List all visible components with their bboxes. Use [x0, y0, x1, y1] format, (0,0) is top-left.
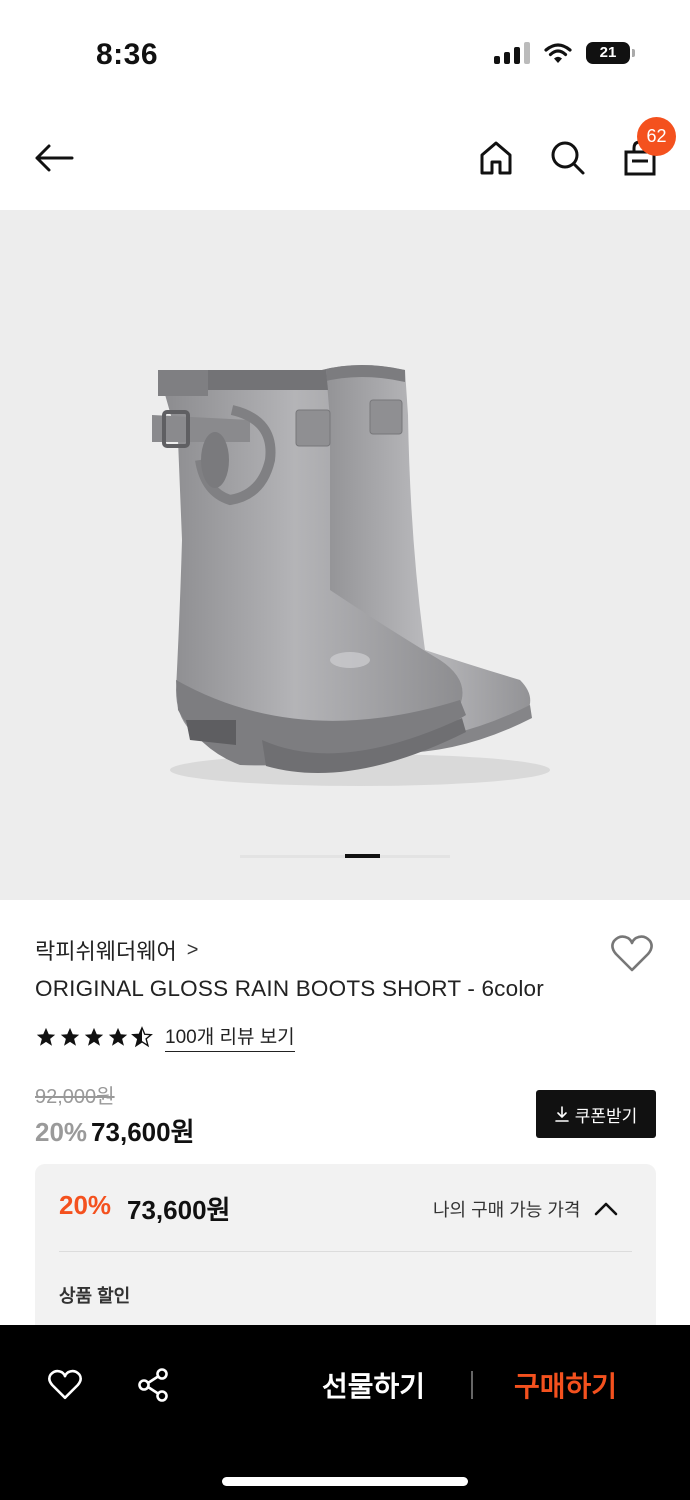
my-price-toggle[interactable]: 나의 구매 가능 가격: [433, 1196, 618, 1222]
download-icon: [554, 1106, 569, 1122]
star-rating: [35, 1026, 153, 1048]
sale-price: 73,600원: [91, 1117, 195, 1147]
chevron-right-icon: >: [186, 938, 199, 961]
carousel-pager-active: [345, 854, 380, 858]
sale-price-row: 20% 73,600원: [35, 1112, 195, 1149]
star-icon: [108, 1027, 128, 1046]
star-icon: [36, 1027, 56, 1046]
product-discount-label: 상품 할인: [59, 1286, 131, 1306]
share-icon[interactable]: [133, 1365, 173, 1405]
original-price: 92,000원: [35, 1086, 115, 1108]
rating-row: 100개 리뷰 보기: [35, 1022, 295, 1052]
home-icon[interactable]: [470, 132, 522, 184]
top-nav-bar: [0, 110, 690, 210]
product-image-carousel[interactable]: [0, 210, 690, 900]
cart-count-badge: 62: [637, 117, 676, 156]
price-box-price: 73,600원: [127, 1195, 231, 1225]
rain-boots-image: [152, 365, 550, 786]
divider: [471, 1371, 473, 1399]
back-arrow-icon[interactable]: [28, 132, 80, 184]
brand-name: 락피쉬웨더웨어: [35, 939, 177, 964]
star-icon: [60, 1027, 80, 1046]
coupon-button-label: 쿠폰받기: [574, 1106, 638, 1126]
home-indicator[interactable]: [222, 1477, 468, 1486]
status-icons: 21: [494, 42, 635, 64]
heart-icon[interactable]: [45, 1365, 85, 1405]
half-star-icon: [131, 1026, 153, 1048]
carousel-pager: [240, 854, 450, 858]
star-icon: [84, 1027, 104, 1046]
wifi-icon: [544, 43, 572, 63]
cellular-signal-icon: [494, 42, 530, 64]
product-title: ORIGINAL GLOSS RAIN BOOTS SHORT - 6color: [35, 976, 544, 1001]
battery-icon: 21: [586, 42, 635, 64]
price-box-discount: 20%: [59, 1190, 112, 1220]
status-time: 8:36: [96, 38, 159, 71]
chevron-up-icon: [595, 1202, 618, 1216]
heart-icon[interactable]: [610, 934, 654, 974]
brand-link[interactable]: 락피쉬웨더웨어 >: [35, 934, 198, 966]
buy-button[interactable]: 구매하기: [514, 1365, 617, 1405]
divider: [59, 1251, 632, 1252]
bottom-action-bar: 선물하기 구매하기: [0, 1325, 690, 1500]
my-price-label: 나의 구매 가능 가격: [433, 1200, 581, 1220]
coupon-button[interactable]: 쿠폰받기: [536, 1090, 656, 1138]
search-icon[interactable]: [542, 132, 594, 184]
gift-button[interactable]: 선물하기: [322, 1365, 425, 1405]
review-link[interactable]: 100개 리뷰 보기: [165, 1022, 295, 1052]
status-bar: 8:36 21: [0, 0, 690, 110]
discount-percent: 20%: [35, 1117, 88, 1147]
